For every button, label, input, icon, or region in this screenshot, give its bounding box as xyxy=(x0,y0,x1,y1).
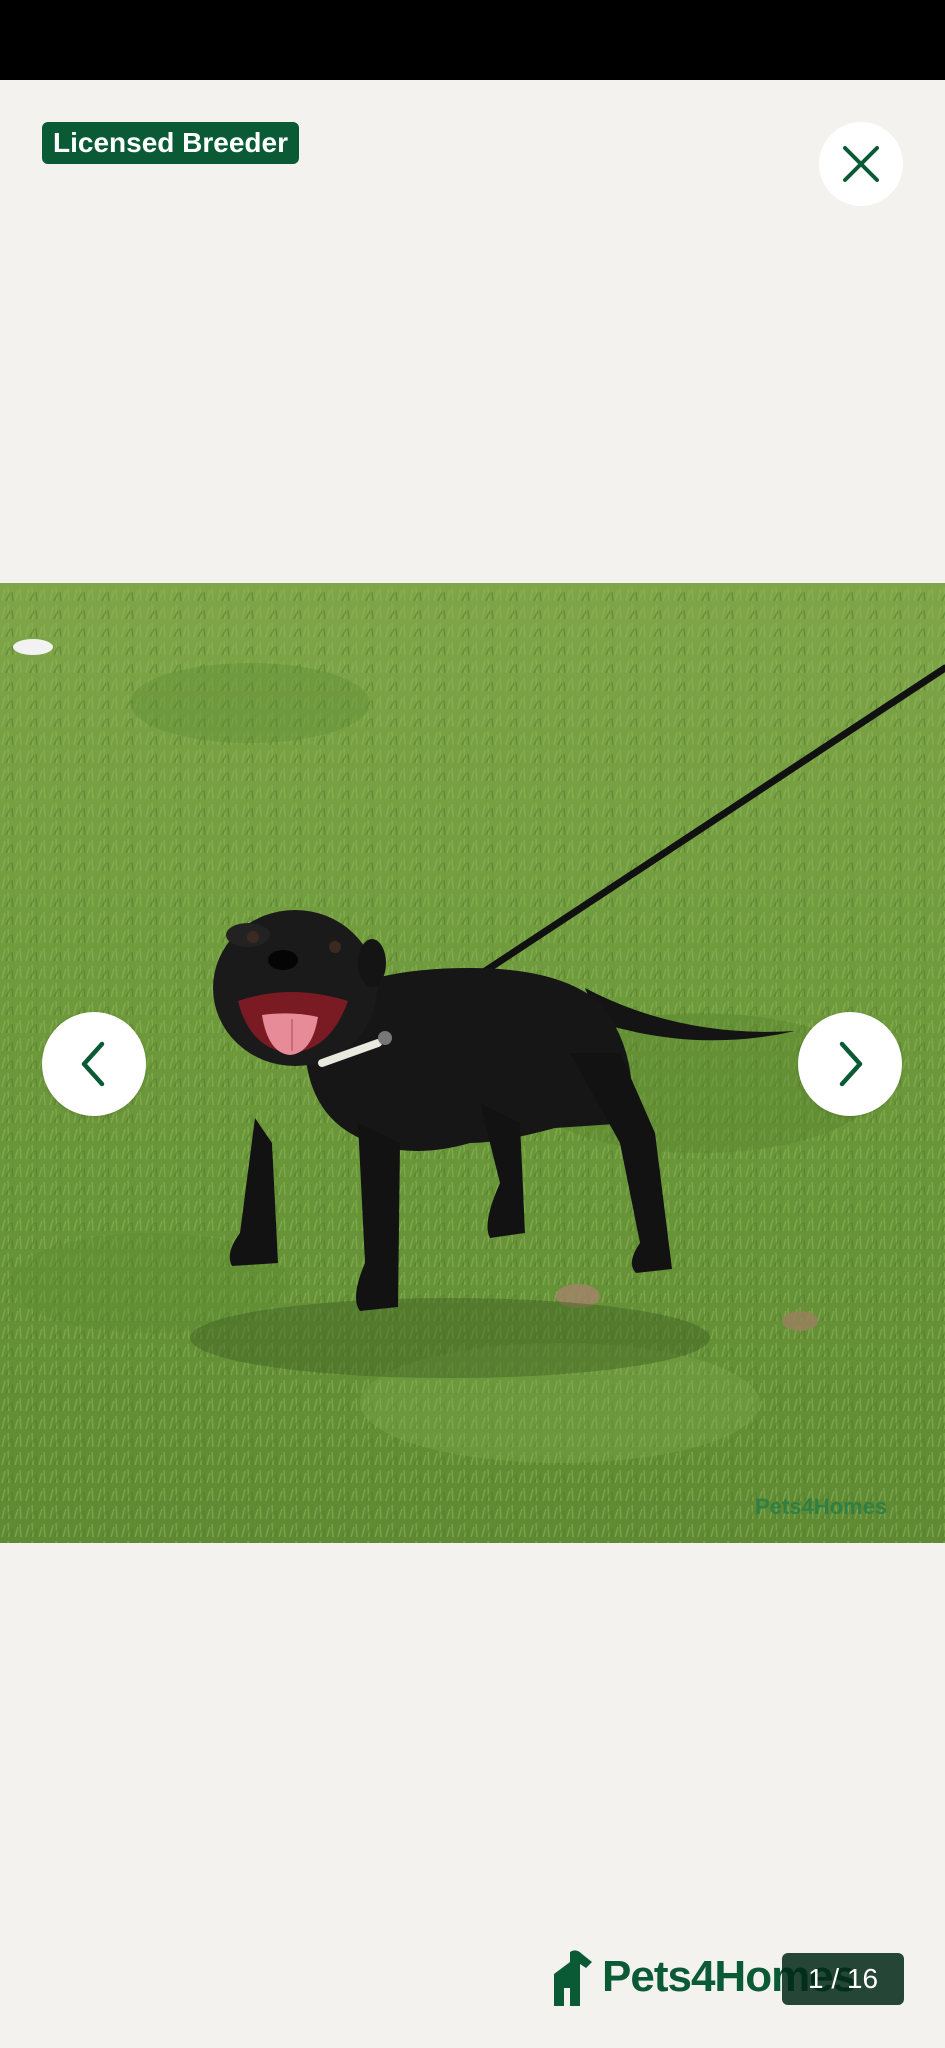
chevron-left-icon xyxy=(81,1041,105,1087)
close-button[interactable] xyxy=(819,122,903,206)
photo-viewer: Licensed Breeder Pets4Homes Pets4Homes 1… xyxy=(0,80,945,2048)
photo-watermark: Pets4Homes xyxy=(755,1494,888,1519)
chevron-right-icon xyxy=(839,1041,863,1087)
close-icon xyxy=(843,146,879,182)
status-bar xyxy=(0,0,945,80)
next-photo-button[interactable] xyxy=(798,1012,902,1116)
licensed-breeder-badge: Licensed Breeder xyxy=(42,122,299,164)
pets4homes-logo-icon xyxy=(554,1950,592,2006)
previous-photo-button[interactable] xyxy=(42,1012,146,1116)
photo-counter: 1 / 16 xyxy=(782,1953,904,2005)
